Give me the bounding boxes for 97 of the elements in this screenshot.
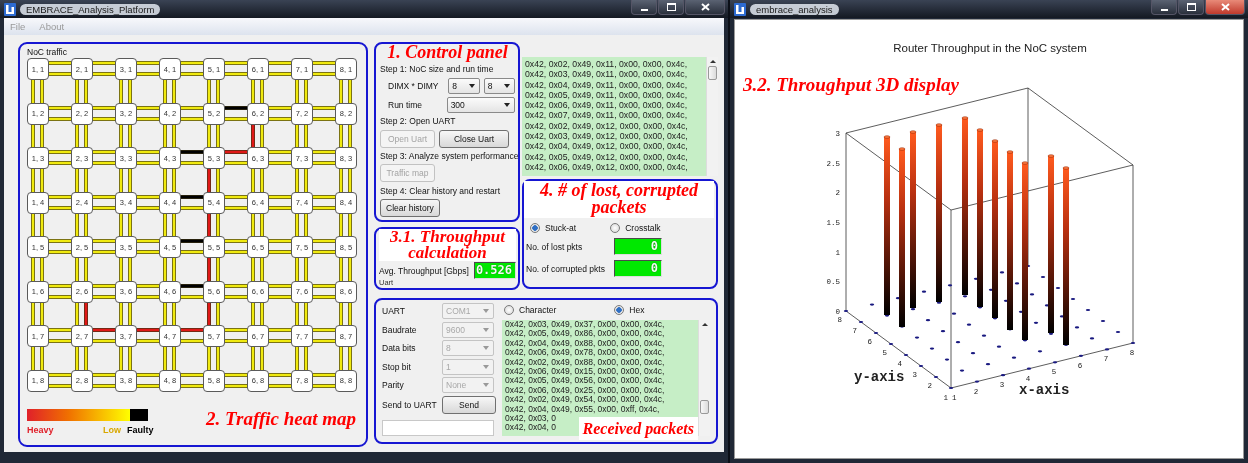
legend-label: Faulty [127, 424, 154, 435]
input-field[interactable] [382, 420, 494, 436]
log-line: 0x42, 0x06, 0x49, 0x15, 0x00, 0x00, 0x4c, [505, 367, 665, 377]
field-label: Parity [382, 380, 405, 390]
lcd-display: 0 [614, 238, 662, 255]
caret-icon [483, 364, 489, 369]
axis-label: x-axis [1019, 382, 1070, 398]
log-line: 0x42, 0x05, 0x49, 0x56, 0x00, 0x00, 0x4c, [505, 376, 665, 386]
maximize-icon [666, 3, 676, 11]
up-arrow-icon[interactable] [709, 60, 716, 63]
log-line: 0x42, 0x02, 0x49, 0x88, 0x00, 0x00, 0x4c, [505, 357, 665, 368]
minimize-icon [1160, 8, 1168, 11]
log-line: 0x42, 0x04, 0x49, 0x88, 0x00, 0x00, 0x4c, [505, 338, 665, 349]
log-line: 0x42, 0x02, 0x49, 0x12, 0x00, 0x00, 0x4c, [525, 120, 688, 132]
log-line: 0x42, 0x03, 0x49, 0x37, 0x00, 0x00, 0x4c, [505, 320, 665, 330]
log-line: 0x42, 0x04, 0x49, 0x55, 0x00, 0xff, 0x4c, [505, 404, 660, 415]
radio-button[interactable] [614, 305, 625, 315]
axis-label: y-axis [854, 369, 905, 385]
send-button[interactable]: Send [442, 395, 496, 414]
field-label: Avg. Throughput [Gbps] [379, 265, 469, 276]
close-icon [700, 3, 710, 11]
caret-icon [468, 83, 475, 88]
lcd-display: 0.526 [474, 262, 516, 279]
field-label: UART [382, 306, 406, 316]
annotation-label: 2. Traffic heat map [206, 408, 356, 429]
up-arrow-icon[interactable] [701, 323, 708, 326]
close-uart-button[interactable]: Close Uart [439, 129, 509, 148]
log-line: 0x42, 0x04, 0x49, 0x11, 0x00, 0x00, 0x4c, [525, 79, 688, 90]
caret-icon [483, 309, 489, 313]
close-icon [1220, 3, 1230, 11]
window-title: embrace_analysis [750, 3, 839, 15]
radio-option[interactable]: Crosstalk [610, 223, 661, 233]
legend-label: Low [103, 424, 122, 435]
clear-history-button[interactable]: Clear history [380, 198, 440, 217]
log-line: 0x42, 0x07, 0x49, 0x11, 0x00, 0x00, 0x4c, [525, 110, 688, 121]
step-label: Step 2: Open UART [380, 116, 457, 127]
field-label: DIMX * DIMY [388, 80, 440, 91]
radio-option[interactable]: Character [504, 305, 557, 315]
close-button[interactable] [685, 0, 725, 15]
dropdown[interactable]: 8 [483, 77, 515, 94]
log-line: 0x42, 0x04, 0 [505, 423, 557, 433]
field-label: Data bits [382, 343, 417, 353]
annotation-label: 4. # of lost, corrupted packets [524, 181, 714, 218]
log-line: 0x42, 0x06, 0x49, 0x78, 0x00, 0x00, 0x4c, [505, 348, 665, 358]
annotation-label: Received packets [578, 417, 698, 440]
faulty-swatch [130, 408, 148, 421]
radio-button[interactable] [530, 223, 540, 233]
step-label: Step 1: NoC size and run time [380, 64, 495, 75]
maximize-button[interactable] [658, 0, 684, 15]
log-line: 0x42, 0x04, 0x49, 0x12, 0x00, 0x00, 0x4c, [525, 141, 688, 152]
scrollbar-thumb[interactable] [708, 66, 717, 80]
log-line: 0x42, 0x02, 0x49, 0x11, 0x00, 0x00, 0x4c, [525, 59, 688, 70]
legend-label: Heavy [27, 424, 55, 435]
minimize-button[interactable] [631, 0, 657, 15]
field-label: Send to UART [382, 399, 438, 410]
log-line: 0x42, 0x05, 0x49, 0x12, 0x00, 0x00, 0x4c, [525, 151, 688, 162]
caret-icon [483, 383, 489, 387]
log-line: 0x42, 0x02, 0x49, 0x54, 0x00, 0x00, 0x4c, [505, 395, 665, 405]
app-icon [734, 2, 746, 16]
annotation-label: 3.2. Throughput 3D display [743, 74, 959, 95]
log-line: 0x42, 0x03, 0x49, 0x12, 0x00, 0x00, 0x4c, [525, 131, 688, 142]
window-title: EMBRACE_Analysis_Platform [20, 3, 161, 15]
minimize-icon [640, 8, 648, 11]
maximize-button[interactable] [1178, 0, 1204, 15]
field-label: Baudrate [382, 324, 418, 335]
annotation-label: 3.1. Throughput calculation [379, 229, 516, 261]
log-line: 0x42, 0x05, 0x49, 0x86, 0x00, 0x00, 0x4c, [505, 329, 665, 339]
caret-icon [483, 327, 489, 332]
radio-option[interactable]: Stuck-at [530, 223, 577, 233]
lcd-display: 0 [614, 260, 662, 277]
close-button[interactable] [1205, 0, 1245, 15]
radio-button[interactable] [610, 223, 621, 233]
chart-title: Router Throughput in the NoC system [893, 42, 1087, 54]
log-line: 0x42, 0x06, 0x49, 0x25, 0x00, 0x00, 0x4c, [505, 385, 665, 396]
log-line: 0x42, 0x06, 0x49, 0x12, 0x00, 0x00, 0x4c, [525, 161, 688, 173]
field-label: No. of lost pkts [525, 241, 584, 252]
radio-option[interactable]: Hex [614, 305, 645, 315]
annotation-label: 1. Control panel [386, 44, 509, 61]
scrollbar-thumb[interactable] [700, 400, 709, 414]
log-line: 0x42, 0x05, 0x49, 0x11, 0x00, 0x00, 0x4c, [525, 89, 688, 101]
caret-icon [483, 346, 489, 350]
field-label: Stop bit [382, 361, 412, 372]
field-label: Run time [388, 100, 423, 110]
log-line: 0x42, 0x03, 0x49, 0x11, 0x00, 0x00, 0x4c, [525, 69, 688, 80]
radio-button[interactable] [504, 305, 514, 315]
caret-icon [504, 103, 510, 107]
log-line: 0x42, 0x06, 0x49, 0x11, 0x00, 0x00, 0x4c, [525, 100, 688, 111]
log-line: 0x42, 0x03, 0 [505, 414, 557, 424]
field-label: No. of corrupted pkts [525, 263, 606, 274]
panel-title: NoC traffic [27, 47, 68, 58]
maximize-icon [1186, 3, 1196, 11]
minimize-button[interactable] [1151, 0, 1177, 15]
step-label: Step 4: Clear history and restart [380, 185, 501, 196]
app-icon [4, 2, 16, 16]
dropdown[interactable]: 8 [448, 77, 480, 94]
dropdown[interactable]: 300 [446, 97, 515, 113]
caret-icon [504, 83, 510, 88]
